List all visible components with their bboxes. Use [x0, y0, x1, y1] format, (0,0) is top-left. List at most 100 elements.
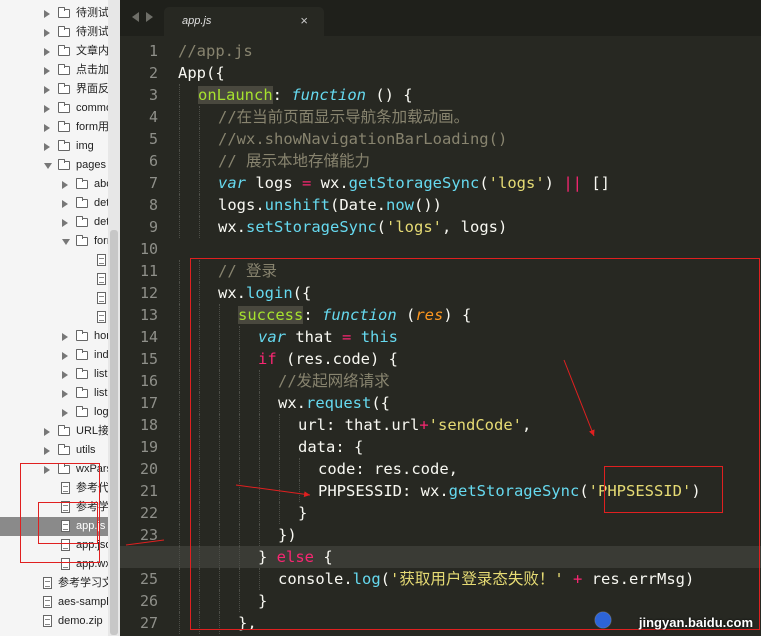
folder-icon [58, 463, 70, 474]
tree-file-item[interactable]: app.js [0, 517, 108, 536]
tree-folder-item[interactable]: img [0, 137, 108, 156]
chevron-right-icon[interactable] [44, 428, 50, 436]
tree-folder-item[interactable]: home [0, 327, 108, 346]
code-token: ()) [414, 196, 442, 214]
chevron-right-icon[interactable] [62, 219, 68, 227]
tree-folder-item[interactable]: form [0, 232, 108, 251]
folder-icon [76, 235, 88, 246]
chevron-right-icon[interactable] [62, 352, 68, 360]
tree-folder-item[interactable]: list - 学 [0, 384, 108, 403]
tree-file-item[interactable]: app.json [0, 536, 108, 555]
tree-file-item[interactable]: form [0, 308, 108, 327]
code-token: code: res.code, [318, 460, 458, 478]
code-token: logs. [218, 196, 265, 214]
indent-guide [199, 348, 200, 370]
tree-folder-item[interactable]: 文章内容 [0, 42, 108, 61]
tree-file-item[interactable]: 参考学习 [0, 498, 108, 517]
folder-icon [76, 368, 88, 379]
indent-guide [179, 304, 180, 326]
code-token: now [386, 196, 414, 214]
code-token: , logs) [442, 218, 508, 236]
chevron-right-icon[interactable] [44, 67, 50, 75]
chevron-right-icon[interactable] [62, 181, 68, 189]
indent-guide [219, 612, 220, 634]
tree-folder-item[interactable]: form用户 [0, 118, 108, 137]
code-token: }, [238, 614, 257, 632]
code-token: success [238, 306, 304, 324]
tree-folder-item[interactable]: 点击加载 [0, 61, 108, 80]
code-token: getStorageSync [448, 482, 580, 500]
sidebar-scrollbar-thumb[interactable] [110, 230, 118, 635]
chevron-right-icon[interactable] [62, 333, 68, 341]
code-area[interactable]: //app.js App({onLaunch: function () {//在当… [120, 38, 761, 636]
tree-file-item[interactable]: 参考代码 [0, 479, 108, 498]
chevron-right-icon[interactable] [44, 447, 50, 455]
indent-guide [199, 326, 200, 348]
chevron-down-icon[interactable] [62, 239, 70, 245]
tree-folder-item[interactable]: list [0, 365, 108, 384]
chevron-left-icon[interactable] [132, 12, 139, 22]
tree-folder-item[interactable]: detail - [0, 213, 108, 232]
chevron-right-icon[interactable] [44, 466, 50, 474]
indent-guide [219, 348, 220, 370]
indent-guide [199, 392, 200, 414]
tree-file-item[interactable]: form [0, 251, 108, 270]
tree-folder-item[interactable]: about [0, 175, 108, 194]
chevron-right-icon[interactable] [146, 12, 153, 22]
code-line: data: { [179, 436, 363, 458]
tree-item-label: URL接口 [76, 425, 108, 437]
chevron-right-icon[interactable] [62, 409, 68, 417]
code-line: console.log('获取用户登录态失败！' + res.errMsg) [179, 568, 694, 590]
tree-file-item[interactable]: form [0, 270, 108, 289]
tree-folder-item[interactable]: wxParse [0, 460, 108, 479]
code-token: ({ [292, 284, 312, 302]
code-line: } [179, 590, 267, 612]
indent-guide [239, 414, 240, 436]
chevron-right-icon[interactable] [44, 48, 50, 56]
indent-guide [259, 524, 260, 546]
tree-folder-item[interactable]: utils [0, 441, 108, 460]
code-token: this [360, 328, 399, 346]
tree-folder-item[interactable]: detail [0, 194, 108, 213]
tree-folder-item[interactable]: logs [0, 403, 108, 422]
tree-file-item[interactable]: form [0, 289, 108, 308]
code-token: unshift [264, 196, 330, 214]
indent-guide [239, 480, 240, 502]
code-line: logs.unshift(Date.now()) [179, 194, 442, 216]
code-line: PHPSESSID: wx.getStorageSync('PHPSESSID'… [179, 480, 701, 502]
chevron-right-icon[interactable] [44, 29, 50, 37]
chevron-right-icon[interactable] [44, 105, 50, 113]
chevron-right-icon[interactable] [62, 390, 68, 398]
close-icon[interactable]: × [300, 13, 308, 28]
tab-app-js[interactable]: app.js × [164, 7, 324, 36]
code-token: 'sendCode' [428, 416, 522, 434]
chevron-right-icon[interactable] [44, 86, 50, 94]
code-token: || [563, 174, 583, 192]
code-editor[interactable]: app.js × 1 2 3 4 5 6 7 8 9 10 11 12 13 14 15 16 17 18 19 20… [120, 0, 761, 636]
tree-folder-item[interactable]: pages [0, 156, 108, 175]
tree-file-item[interactable]: app.wxss [0, 555, 108, 574]
tree-file-item[interactable]: 参考学习文 [0, 574, 108, 593]
watermark: jingyan.baidu.com [638, 615, 753, 630]
tree-file-item[interactable]: demo.zip [0, 612, 108, 631]
chevron-right-icon[interactable] [44, 124, 50, 132]
chevron-right-icon[interactable] [62, 371, 68, 379]
indent-guide [219, 326, 220, 348]
chevron-right-icon[interactable] [44, 10, 50, 18]
tree-file-item[interactable]: aes-sample [0, 593, 108, 612]
indent-guide [179, 194, 180, 216]
code-token: var [258, 328, 286, 346]
tree-folder-item[interactable]: 界面反馈 [0, 80, 108, 99]
file-icon [43, 577, 52, 589]
tree-folder-item[interactable]: 待测试-生 [0, 4, 108, 23]
chevron-down-icon[interactable] [44, 163, 52, 169]
tree-folder-item[interactable]: 待测试-从 [0, 23, 108, 42]
tree-folder-item[interactable]: URL接口 [0, 422, 108, 441]
file-icon [61, 539, 70, 551]
code-token: setStorageSync [246, 218, 377, 236]
tree-folder-item[interactable]: index [0, 346, 108, 365]
tree-folder-item[interactable]: common [0, 99, 108, 118]
chevron-right-icon[interactable] [44, 143, 50, 151]
chevron-right-icon[interactable] [62, 200, 68, 208]
